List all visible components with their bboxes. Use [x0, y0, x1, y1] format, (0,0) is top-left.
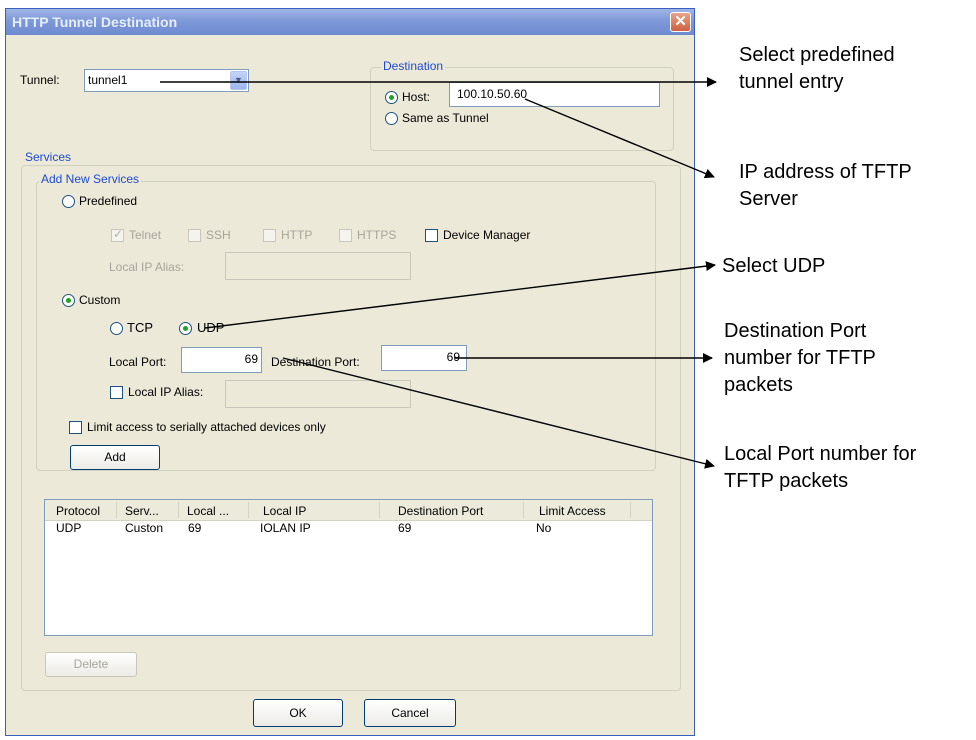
- annotation-select-udp: Select UDP: [722, 255, 826, 277]
- annotation-select-tunnel: Select predefined tunnel entry: [739, 44, 895, 93]
- annotation-destination-port: Destination Port number for TFTP packets: [724, 320, 876, 396]
- annotation-local-port: Local Port number for TFTP packets: [724, 443, 917, 492]
- arrow-ip-address: [524, 98, 715, 179]
- arrow-udp: [204, 261, 716, 329]
- annotation-ip-address: IP address of TFTP Server: [739, 161, 912, 210]
- arrow-local-port: [282, 357, 715, 469]
